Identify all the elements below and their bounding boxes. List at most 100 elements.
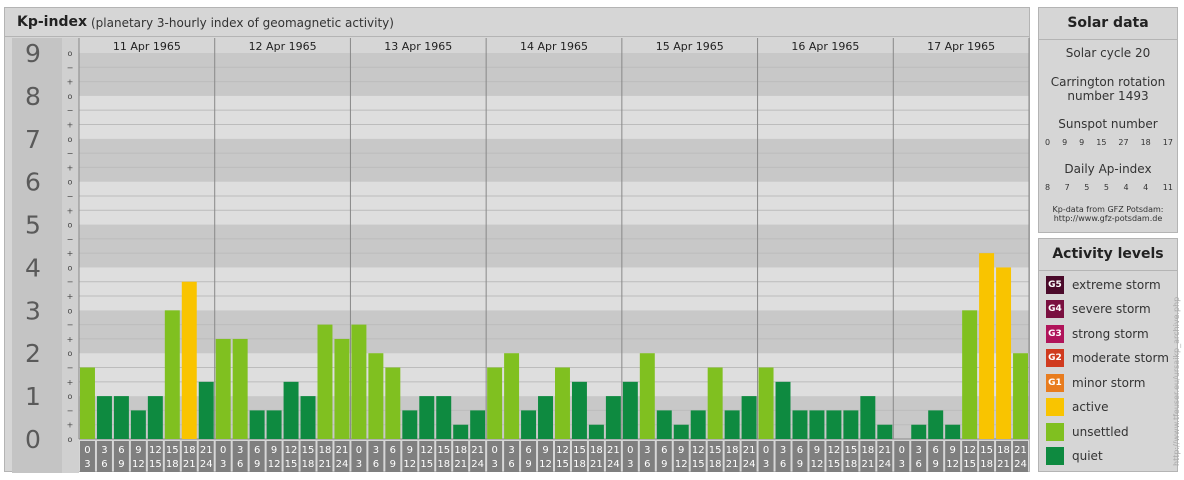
- solar-data-title: Solar data: [1039, 8, 1177, 40]
- kp-bar: [656, 410, 672, 439]
- sub-tick-label: −: [67, 106, 74, 115]
- kp-bar-chart: 11 Apr 1965 12 Apr 1965 13 Apr 1965 14 Apr …: [12, 38, 1030, 473]
- kp-bar: [860, 396, 876, 439]
- hour-start-label: 21: [200, 445, 213, 456]
- solar-data-panel: Solar data Solar cycle 20 Carrington rot…: [1038, 7, 1178, 233]
- hour-start-label: 21: [743, 445, 756, 456]
- hour-end-label: 3: [627, 459, 633, 470]
- kp-bar: [283, 381, 299, 439]
- kp-bar: [605, 396, 621, 439]
- hour-end-label: 6: [101, 459, 107, 470]
- kp-bar: [266, 410, 282, 439]
- legend-label: unsettled: [1072, 425, 1129, 439]
- sub-tick-label: +: [67, 249, 74, 258]
- legend-label: strong storm: [1072, 327, 1149, 341]
- sunspot-value: 18: [1140, 138, 1151, 147]
- kp-bar: [571, 381, 587, 439]
- day-label: 12 Apr 1965: [249, 40, 317, 53]
- kp-bar: [809, 410, 825, 439]
- y-tick-label: 9: [25, 39, 41, 68]
- kp-bar: [962, 310, 978, 439]
- carrington-rotation-line2: number 1493: [1067, 89, 1149, 103]
- hour-start-label: 9: [678, 445, 684, 456]
- kp-bar: [470, 410, 486, 439]
- hour-end-label: 24: [878, 459, 891, 470]
- hour-start-label: 3: [916, 445, 922, 456]
- carrington-rotation-line1: Carrington rotation: [1050, 75, 1166, 89]
- kp-bar: [690, 410, 706, 439]
- sunspot-value: 9: [1062, 138, 1068, 147]
- kp-bar: [979, 253, 995, 439]
- hour-start-label: 9: [949, 445, 955, 456]
- sub-tick-label: +: [67, 78, 74, 87]
- ap-index-title: Daily Ap-index: [1064, 162, 1152, 176]
- legend-label: minor storm: [1072, 376, 1146, 390]
- hour-end-label: 18: [980, 459, 993, 470]
- legend-item-minor-storm: G1 minor storm: [1046, 374, 1145, 392]
- level-band: [79, 138, 1029, 182]
- kp-bar: [775, 381, 791, 439]
- day-label: 16 Apr 1965: [791, 40, 859, 53]
- sunspot-value: 0: [1045, 138, 1051, 147]
- hour-start-label: 6: [254, 445, 260, 456]
- hour-start-label: 9: [407, 445, 413, 456]
- y-tick-label: 3: [25, 296, 41, 325]
- hour-end-label: 18: [166, 459, 179, 470]
- kp-bar: [80, 367, 95, 439]
- kp-bar: [673, 424, 689, 439]
- hour-end-label: 12: [268, 459, 281, 470]
- level-band: [79, 224, 1029, 268]
- hour-start-label: 18: [590, 445, 603, 456]
- legend-swatch-unsettled: [1046, 423, 1064, 441]
- sub-tick-label: o: [68, 263, 73, 272]
- hour-start-label: 0: [763, 445, 769, 456]
- hour-end-label: 9: [933, 459, 939, 470]
- kp-chart-panel: Kp-index (planetary 3-hourly index of ge…: [4, 7, 1030, 473]
- hour-end-label: 21: [726, 459, 739, 470]
- kp-bar: [198, 381, 214, 439]
- sub-tick-label: −: [67, 321, 74, 330]
- y-tick-label: 8: [25, 82, 41, 111]
- hour-end-label: 18: [302, 459, 315, 470]
- kp-bar: [1013, 353, 1028, 439]
- ap-value: 4: [1143, 183, 1149, 192]
- hour-end-label: 12: [811, 459, 824, 470]
- hour-start-label: 3: [237, 445, 243, 456]
- legend-swatch-g3: G3: [1046, 325, 1064, 343]
- hour-end-label: 24: [471, 459, 484, 470]
- hour-start-label: 15: [709, 445, 722, 456]
- kp-bar: [351, 324, 367, 439]
- ap-value: 5: [1103, 183, 1109, 192]
- legend-label: extreme storm: [1072, 278, 1161, 292]
- kp-bar: [538, 396, 553, 439]
- kp-bar: [928, 410, 944, 439]
- hour-end-label: 3: [763, 459, 769, 470]
- hour-end-label: 12: [539, 459, 552, 470]
- hour-start-label: 6: [118, 445, 124, 456]
- hour-end-label: 15: [828, 459, 841, 470]
- legend-item-extreme-storm: G5 extreme storm: [1046, 276, 1161, 294]
- y-tick-label: 2: [25, 339, 41, 368]
- sub-tick-label: o: [68, 178, 73, 187]
- y-tick-label: 1: [25, 382, 41, 411]
- hour-start-label: 9: [542, 445, 548, 456]
- kp-bar: [419, 396, 435, 439]
- hour-end-label: 12: [403, 459, 416, 470]
- kp-bar: [826, 410, 842, 439]
- hour-start-label: 12: [556, 445, 569, 456]
- sub-tick-label: −: [67, 364, 74, 373]
- legend-swatch-active: [1046, 398, 1064, 416]
- sub-tick-label: +: [67, 292, 74, 301]
- kp-bar: [453, 424, 469, 439]
- hour-end-label: 9: [661, 459, 667, 470]
- hour-start-label: 21: [607, 445, 620, 456]
- hour-end-label: 18: [709, 459, 722, 470]
- data-credit-line1: Kp-data from GFZ Potsdam:: [1052, 205, 1164, 214]
- legend-item-unsettled: unsettled: [1046, 423, 1129, 441]
- hour-end-label: 18: [845, 459, 858, 470]
- ap-value: 7: [1064, 183, 1070, 192]
- kp-bar: [843, 410, 859, 439]
- hour-end-label: 24: [607, 459, 620, 470]
- hour-end-label: 12: [946, 459, 959, 470]
- hour-end-label: 24: [743, 459, 756, 470]
